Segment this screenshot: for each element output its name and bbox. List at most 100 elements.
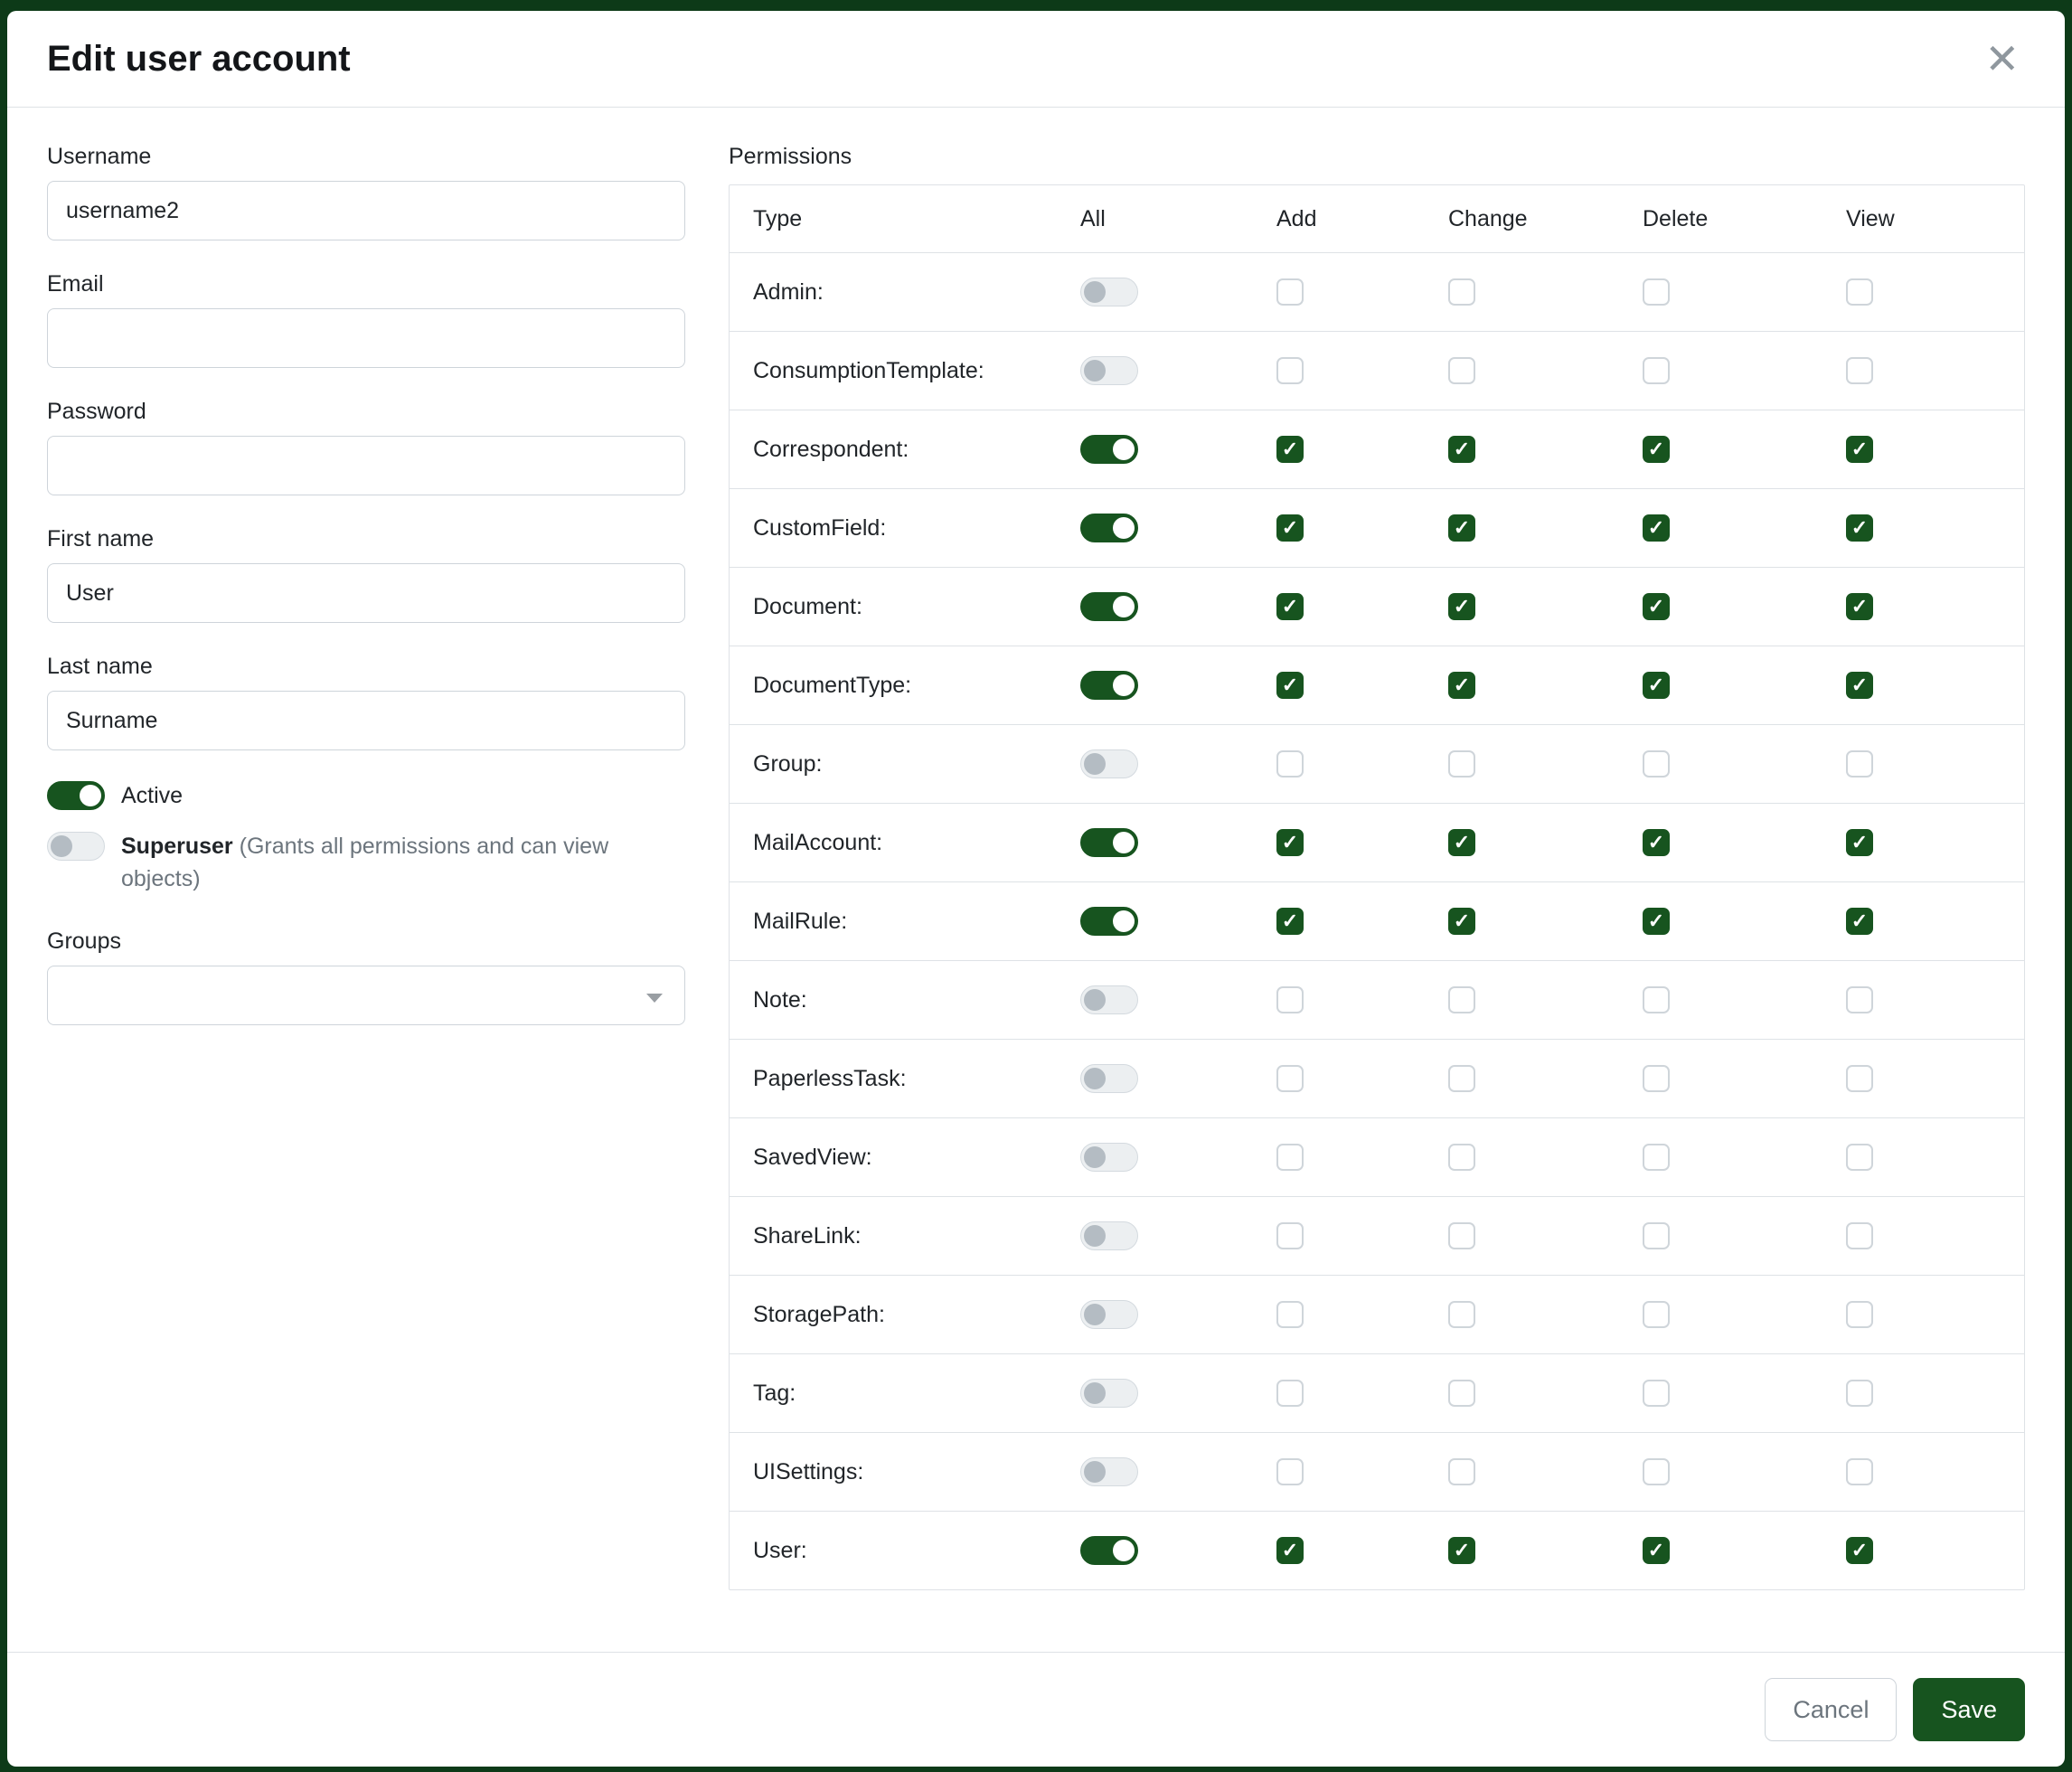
permission-delete-checkbox[interactable]	[1643, 1144, 1670, 1171]
permission-change-checkbox[interactable]: ✓	[1448, 593, 1475, 620]
permission-change-checkbox[interactable]	[1448, 750, 1475, 778]
groups-select[interactable]	[47, 966, 685, 1025]
permission-all-toggle[interactable]	[1080, 985, 1138, 1014]
permission-add-checkbox[interactable]	[1276, 357, 1304, 384]
superuser-toggle[interactable]	[47, 832, 105, 861]
permission-change-checkbox[interactable]: ✓	[1448, 908, 1475, 935]
permission-delete-checkbox[interactable]	[1643, 1301, 1670, 1328]
permission-view-checkbox[interactable]	[1846, 357, 1873, 384]
permission-delete-checkbox[interactable]	[1643, 986, 1670, 1013]
permission-change-checkbox[interactable]: ✓	[1448, 1537, 1475, 1564]
active-toggle[interactable]	[47, 781, 105, 810]
permission-view-checkbox[interactable]	[1846, 1301, 1873, 1328]
permission-change-checkbox[interactable]: ✓	[1448, 514, 1475, 542]
permission-add-checkbox[interactable]: ✓	[1276, 436, 1304, 463]
permission-all-toggle[interactable]	[1080, 1143, 1138, 1172]
permission-all-toggle[interactable]	[1080, 1221, 1138, 1250]
permission-change-checkbox[interactable]: ✓	[1448, 436, 1475, 463]
permission-delete-checkbox[interactable]	[1643, 750, 1670, 778]
cancel-button[interactable]: Cancel	[1765, 1678, 1897, 1741]
permission-change-checkbox[interactable]	[1448, 1458, 1475, 1485]
permission-add-checkbox[interactable]: ✓	[1276, 829, 1304, 856]
permission-all-toggle[interactable]	[1080, 828, 1138, 857]
permission-change-checkbox[interactable]	[1448, 1144, 1475, 1171]
permission-delete-checkbox[interactable]: ✓	[1643, 593, 1670, 620]
save-button[interactable]: Save	[1913, 1678, 2025, 1741]
permission-all-toggle[interactable]	[1080, 435, 1138, 464]
permission-add-checkbox[interactable]	[1276, 1144, 1304, 1171]
permission-all-toggle[interactable]	[1080, 1536, 1138, 1565]
permission-type-label: SavedView:	[730, 1145, 1055, 1171]
permission-type-label: StoragePath:	[730, 1302, 1055, 1328]
permission-change-checkbox[interactable]	[1448, 1301, 1475, 1328]
permission-all-toggle[interactable]	[1080, 356, 1138, 385]
permission-delete-checkbox[interactable]: ✓	[1643, 829, 1670, 856]
permission-view-checkbox[interactable]: ✓	[1846, 1537, 1873, 1564]
permission-change-checkbox[interactable]	[1448, 1065, 1475, 1092]
permission-view-checkbox[interactable]	[1846, 278, 1873, 306]
permission-change-checkbox[interactable]	[1448, 278, 1475, 306]
permission-add-checkbox[interactable]	[1276, 278, 1304, 306]
permission-all-toggle[interactable]	[1080, 514, 1138, 542]
permission-add-checkbox[interactable]	[1276, 1458, 1304, 1485]
close-icon[interactable]: ✕	[1979, 38, 2025, 80]
permission-delete-checkbox[interactable]	[1643, 1065, 1670, 1092]
permission-change-checkbox[interactable]	[1448, 1380, 1475, 1407]
permission-delete-checkbox[interactable]	[1643, 1222, 1670, 1249]
permission-view-checkbox[interactable]: ✓	[1846, 514, 1873, 542]
last-name-field[interactable]	[47, 691, 685, 750]
permission-all-toggle[interactable]	[1080, 749, 1138, 778]
permission-all-toggle[interactable]	[1080, 907, 1138, 936]
permission-view-checkbox[interactable]	[1846, 986, 1873, 1013]
permission-change-checkbox[interactable]	[1448, 986, 1475, 1013]
permission-all-toggle[interactable]	[1080, 1379, 1138, 1408]
permission-view-checkbox[interactable]	[1846, 1458, 1873, 1485]
permission-view-checkbox[interactable]: ✓	[1846, 908, 1873, 935]
permission-delete-checkbox[interactable]	[1643, 278, 1670, 306]
permission-all-toggle[interactable]	[1080, 1457, 1138, 1486]
permission-view-checkbox[interactable]	[1846, 1222, 1873, 1249]
permission-add-checkbox[interactable]: ✓	[1276, 672, 1304, 699]
permission-add-checkbox[interactable]	[1276, 986, 1304, 1013]
permission-add-checkbox[interactable]: ✓	[1276, 514, 1304, 542]
permission-delete-checkbox[interactable]	[1643, 1380, 1670, 1407]
permission-add-checkbox[interactable]	[1276, 1222, 1304, 1249]
permission-add-checkbox[interactable]	[1276, 1380, 1304, 1407]
permission-view-checkbox[interactable]: ✓	[1846, 593, 1873, 620]
permission-type-label: ShareLink:	[730, 1223, 1055, 1249]
permission-delete-checkbox[interactable]: ✓	[1643, 1537, 1670, 1564]
permission-change-checkbox[interactable]	[1448, 357, 1475, 384]
permission-add-checkbox[interactable]: ✓	[1276, 593, 1304, 620]
permission-add-checkbox[interactable]: ✓	[1276, 1537, 1304, 1564]
permission-view-checkbox[interactable]	[1846, 1065, 1873, 1092]
username-input[interactable]	[47, 181, 685, 240]
permission-delete-checkbox[interactable]	[1643, 1458, 1670, 1485]
permission-add-checkbox[interactable]	[1276, 1065, 1304, 1092]
permission-delete-checkbox[interactable]: ✓	[1643, 672, 1670, 699]
permission-view-checkbox[interactable]	[1846, 1380, 1873, 1407]
permission-change-checkbox[interactable]: ✓	[1448, 829, 1475, 856]
permission-change-checkbox[interactable]	[1448, 1222, 1475, 1249]
permission-add-checkbox[interactable]: ✓	[1276, 908, 1304, 935]
permission-view-checkbox[interactable]: ✓	[1846, 436, 1873, 463]
permission-delete-checkbox[interactable]: ✓	[1643, 514, 1670, 542]
first-name-field[interactable]	[47, 563, 685, 623]
permission-delete-checkbox[interactable]: ✓	[1643, 908, 1670, 935]
permission-view-checkbox[interactable]: ✓	[1846, 672, 1873, 699]
permission-delete-checkbox[interactable]	[1643, 357, 1670, 384]
permission-all-toggle[interactable]	[1080, 1300, 1138, 1329]
permission-add-checkbox[interactable]	[1276, 750, 1304, 778]
permission-add-checkbox[interactable]	[1276, 1301, 1304, 1328]
permission-all-toggle[interactable]	[1080, 592, 1138, 621]
permission-all-toggle[interactable]	[1080, 278, 1138, 306]
permission-change-checkbox[interactable]: ✓	[1448, 672, 1475, 699]
permission-view-checkbox[interactable]	[1846, 1144, 1873, 1171]
permission-view-checkbox[interactable]	[1846, 750, 1873, 778]
permission-all-toggle[interactable]	[1080, 671, 1138, 700]
permission-all-toggle[interactable]	[1080, 1064, 1138, 1093]
permission-delete-checkbox[interactable]: ✓	[1643, 436, 1670, 463]
email-field[interactable]	[47, 308, 685, 368]
column-header-change: Change	[1423, 206, 1617, 232]
password-field[interactable]	[47, 436, 685, 495]
permission-view-checkbox[interactable]: ✓	[1846, 829, 1873, 856]
